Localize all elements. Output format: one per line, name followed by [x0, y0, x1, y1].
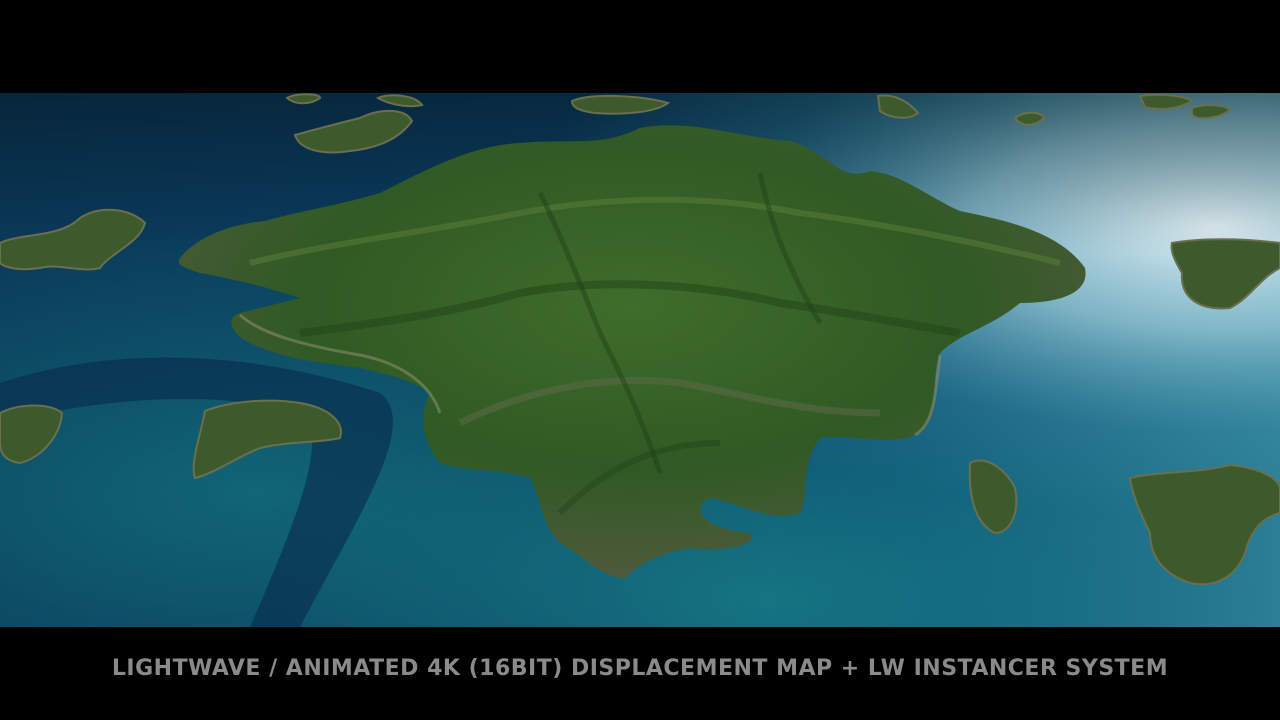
island-render-svg [0, 93, 1280, 627]
video-frame: LIGHTWAVE / ANIMATED 4K (16BIT) DISPLACE… [0, 0, 1280, 720]
letterbox-top [0, 0, 1280, 93]
render-image [0, 93, 1280, 627]
video-caption: LIGHTWAVE / ANIMATED 4K (16BIT) DISPLACE… [111, 656, 1169, 681]
